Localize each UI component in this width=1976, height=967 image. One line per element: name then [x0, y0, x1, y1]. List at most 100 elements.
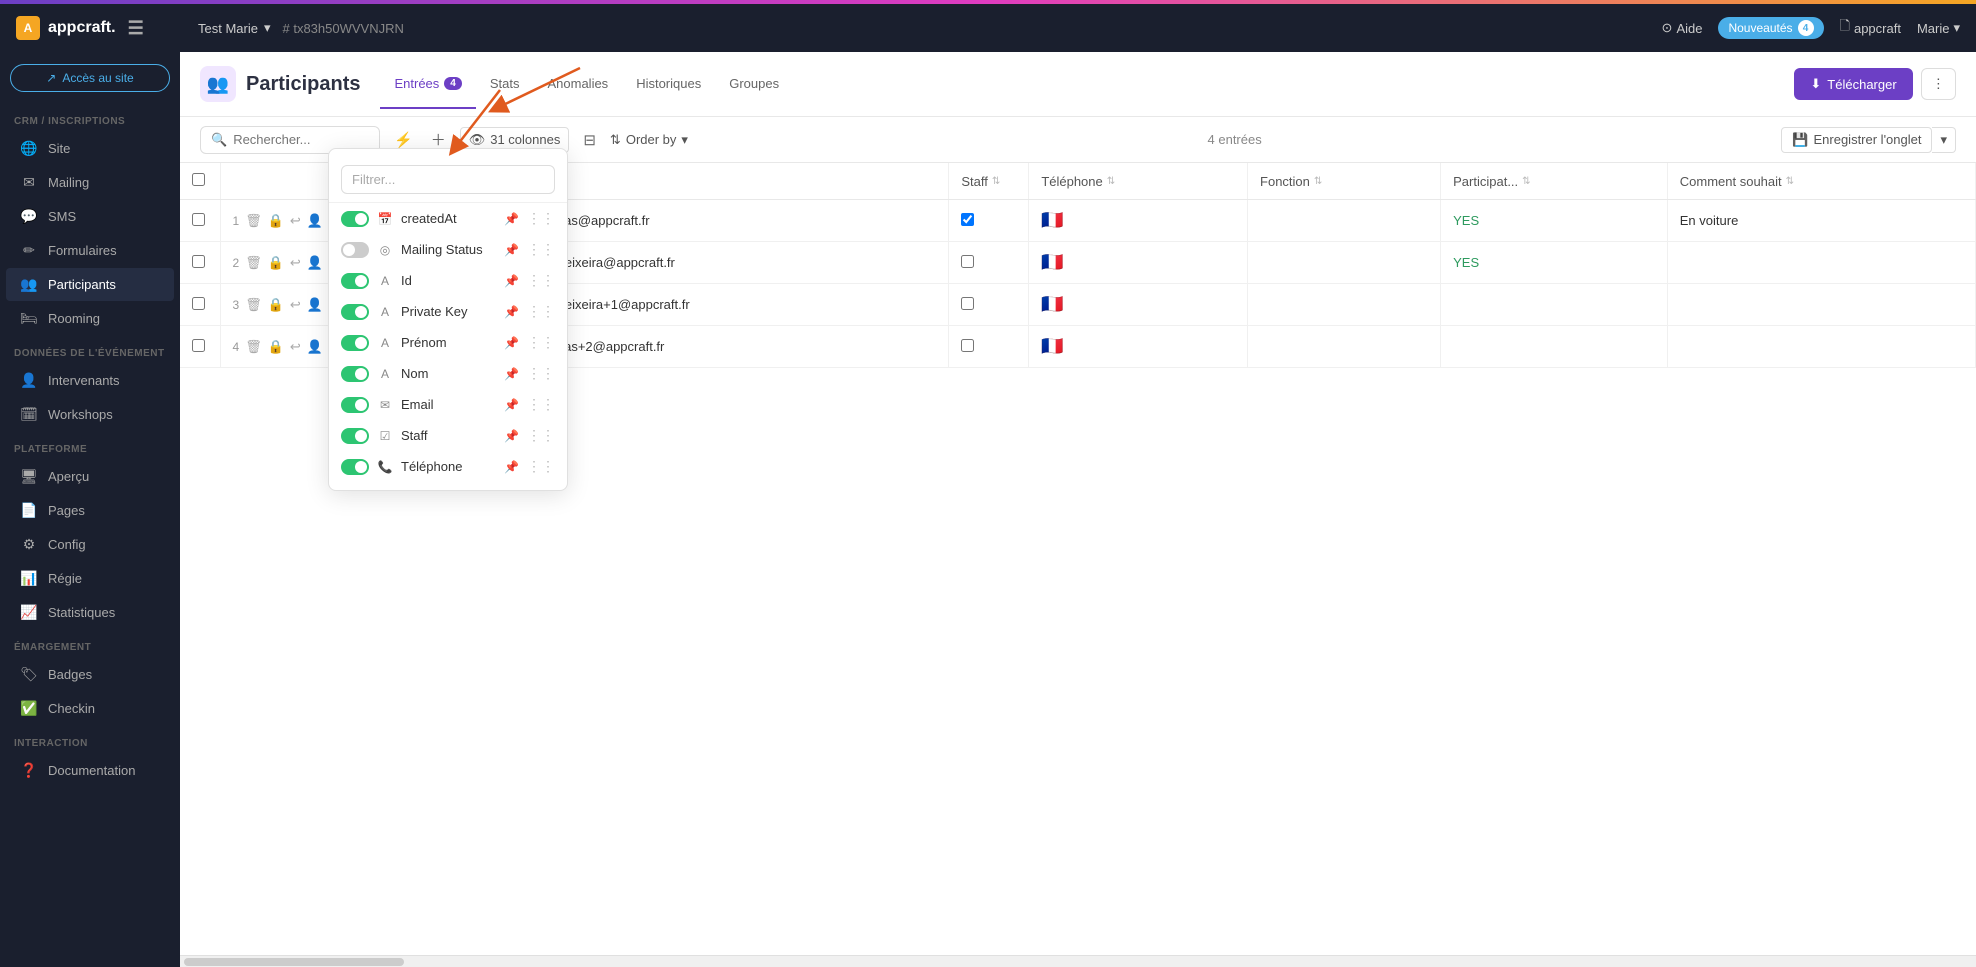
import-button[interactable]: ⊟ [579, 127, 600, 153]
column-toggle-4[interactable] [341, 335, 369, 351]
column-item[interactable]: A Id 📌 ⋮⋮ [329, 265, 567, 296]
sidebar-item-mailing[interactable]: ✉ Mailing [6, 166, 174, 199]
undo-icon-2[interactable]: ↩ [290, 297, 301, 313]
scrollbar-thumb[interactable] [184, 958, 404, 966]
tab-groupes[interactable]: Groupes [715, 60, 793, 109]
sidebar-item-apercu[interactable]: 🖥 Aperçu [6, 460, 174, 493]
sidebar-item-participants[interactable]: 👥 Participants [6, 268, 174, 301]
sidebar-item-regie[interactable]: 📊 Régie [6, 562, 174, 595]
save-tab-arrow-button[interactable]: ▾ [1932, 127, 1956, 153]
col-pin-icon-3[interactable]: 📌 [504, 305, 519, 319]
column-toggle-7[interactable] [341, 428, 369, 444]
column-toggle-3[interactable] [341, 304, 369, 320]
user-icon-3[interactable]: 👤 [307, 339, 323, 355]
th-telephone-sort[interactable]: ⇅ [1107, 176, 1115, 187]
sidebar-item-checkin[interactable]: ✅ Checkin [6, 692, 174, 725]
tab-entrees[interactable]: Entrées 4 [380, 60, 475, 109]
nouveautes-button[interactable]: Nouveautés 4 [1718, 17, 1823, 39]
col-pin-icon-5[interactable]: 📌 [504, 367, 519, 381]
sidebar-item-badges[interactable]: 🏷 Badges [6, 658, 174, 691]
tab-anomalies[interactable]: Anomalies [533, 60, 622, 109]
dropdown-search-input[interactable] [341, 165, 555, 194]
th-participation-sort[interactable]: ⇅ [1522, 176, 1530, 187]
col-drag-icon-6[interactable]: ⋮⋮ [527, 396, 555, 413]
col-pin-icon-0[interactable]: 📌 [504, 212, 519, 226]
undo-icon-3[interactable]: ↩ [290, 339, 301, 355]
column-item[interactable]: ☑ Staff 📌 ⋮⋮ [329, 420, 567, 451]
th-staff-sort[interactable]: ⇅ [992, 176, 1000, 187]
col-pin-icon-4[interactable]: 📌 [504, 336, 519, 350]
tab-historiques[interactable]: Historiques [622, 60, 715, 109]
col-pin-icon-6[interactable]: 📌 [504, 398, 519, 412]
sidebar-item-config[interactable]: ⚙ Config [6, 528, 174, 561]
user-icon-1[interactable]: 👤 [307, 255, 323, 271]
help-button[interactable]: ⊙ Aide [1662, 20, 1703, 36]
column-item[interactable]: ✉ Email 📌 ⋮⋮ [329, 389, 567, 420]
lock-icon-1[interactable]: 🔒 [268, 255, 284, 271]
column-item[interactable]: ◎ Mailing Status 📌 ⋮⋮ [329, 234, 567, 265]
sidebar-item-documentation[interactable]: ❓ Documentation [6, 754, 174, 787]
column-toggle-2[interactable] [341, 273, 369, 289]
col-drag-icon-3[interactable]: ⋮⋮ [527, 303, 555, 320]
sidebar-item-sms[interactable]: 💬 SMS [6, 200, 174, 233]
user-icon-0[interactable]: 👤 [307, 213, 323, 229]
column-toggle-1[interactable] [341, 242, 369, 258]
col-pin-icon-8[interactable]: 📌 [504, 460, 519, 474]
lock-icon-0[interactable]: 🔒 [268, 213, 284, 229]
select-all-checkbox[interactable] [192, 173, 205, 186]
search-input[interactable] [233, 132, 363, 147]
access-site-button[interactable]: ↗ Accès au site [10, 64, 170, 92]
appcraft-button[interactable]: 🗋 appcraft [1840, 17, 1901, 39]
row-checkbox-2[interactable] [192, 297, 205, 310]
col-drag-icon-5[interactable]: ⋮⋮ [527, 365, 555, 382]
user-menu-button[interactable]: Marie ▾ [1917, 20, 1960, 36]
user-icon-2[interactable]: 👤 [307, 297, 323, 313]
hamburger-button[interactable]: ☰ [128, 18, 144, 39]
tab-stats[interactable]: Stats [476, 60, 534, 109]
col-drag-icon-2[interactable]: ⋮⋮ [527, 272, 555, 289]
th-comment-sort[interactable]: ⇅ [1786, 176, 1794, 187]
save-tab-button[interactable]: 💾 Enregistrer l'onglet [1781, 127, 1932, 153]
column-toggle-0[interactable] [341, 211, 369, 227]
col-drag-icon-8[interactable]: ⋮⋮ [527, 458, 555, 475]
sidebar-item-pages[interactable]: 📄 Pages [6, 494, 174, 527]
order-by-button[interactable]: ⇅ Order by ▾ [610, 132, 688, 148]
col-pin-icon-1[interactable]: 📌 [504, 243, 519, 257]
col-drag-icon-7[interactable]: ⋮⋮ [527, 427, 555, 444]
delete-icon-0[interactable]: 🗑 [245, 213, 262, 229]
header-user-selector[interactable]: Test Marie ▾ [198, 20, 271, 36]
lock-icon-2[interactable]: 🔒 [268, 297, 284, 313]
col-drag-icon-4[interactable]: ⋮⋮ [527, 334, 555, 351]
col-drag-icon-0[interactable]: ⋮⋮ [527, 210, 555, 227]
more-options-button[interactable]: ⋮ [1921, 68, 1956, 100]
undo-icon-1[interactable]: ↩ [290, 255, 301, 271]
sidebar-item-statistiques[interactable]: 📈 Statistiques [6, 596, 174, 629]
delete-icon-1[interactable]: 🗑 [245, 255, 262, 271]
sidebar-item-intervenants[interactable]: 👤 Intervenants [6, 364, 174, 397]
row-checkbox-3[interactable] [192, 339, 205, 352]
delete-icon-3[interactable]: 🗑 [245, 339, 262, 355]
row-checkbox-1[interactable] [192, 255, 205, 268]
column-item[interactable]: 📞 Téléphone 📌 ⋮⋮ [329, 451, 567, 482]
download-button[interactable]: ⬇ Télécharger [1794, 68, 1912, 100]
lock-icon-3[interactable]: 🔒 [268, 339, 284, 355]
column-toggle-5[interactable] [341, 366, 369, 382]
column-toggle-6[interactable] [341, 397, 369, 413]
column-item[interactable]: A Private Key 📌 ⋮⋮ [329, 296, 567, 327]
sidebar-item-workshops[interactable]: 🗓 Workshops [6, 398, 174, 431]
column-item[interactable]: A Nom 📌 ⋮⋮ [329, 358, 567, 389]
bottom-scrollbar[interactable] [180, 955, 1976, 967]
column-item[interactable]: 📅 createdAt 📌 ⋮⋮ [329, 203, 567, 234]
th-fonction-sort[interactable]: ⇅ [1314, 176, 1322, 187]
column-item[interactable]: A Prénom 📌 ⋮⋮ [329, 327, 567, 358]
delete-icon-2[interactable]: 🗑 [245, 297, 262, 313]
sidebar-item-formulaires[interactable]: ✏ Formulaires [6, 234, 174, 267]
row-checkbox-0[interactable] [192, 213, 205, 226]
column-toggle-8[interactable] [341, 459, 369, 475]
col-drag-icon-1[interactable]: ⋮⋮ [527, 241, 555, 258]
sidebar-item-site[interactable]: 🌐 Site [6, 132, 174, 165]
col-pin-icon-2[interactable]: 📌 [504, 274, 519, 288]
col-pin-icon-7[interactable]: 📌 [504, 429, 519, 443]
undo-icon-0[interactable]: ↩ [290, 213, 301, 229]
sidebar-item-rooming[interactable]: 🛏 Rooming [6, 302, 174, 335]
